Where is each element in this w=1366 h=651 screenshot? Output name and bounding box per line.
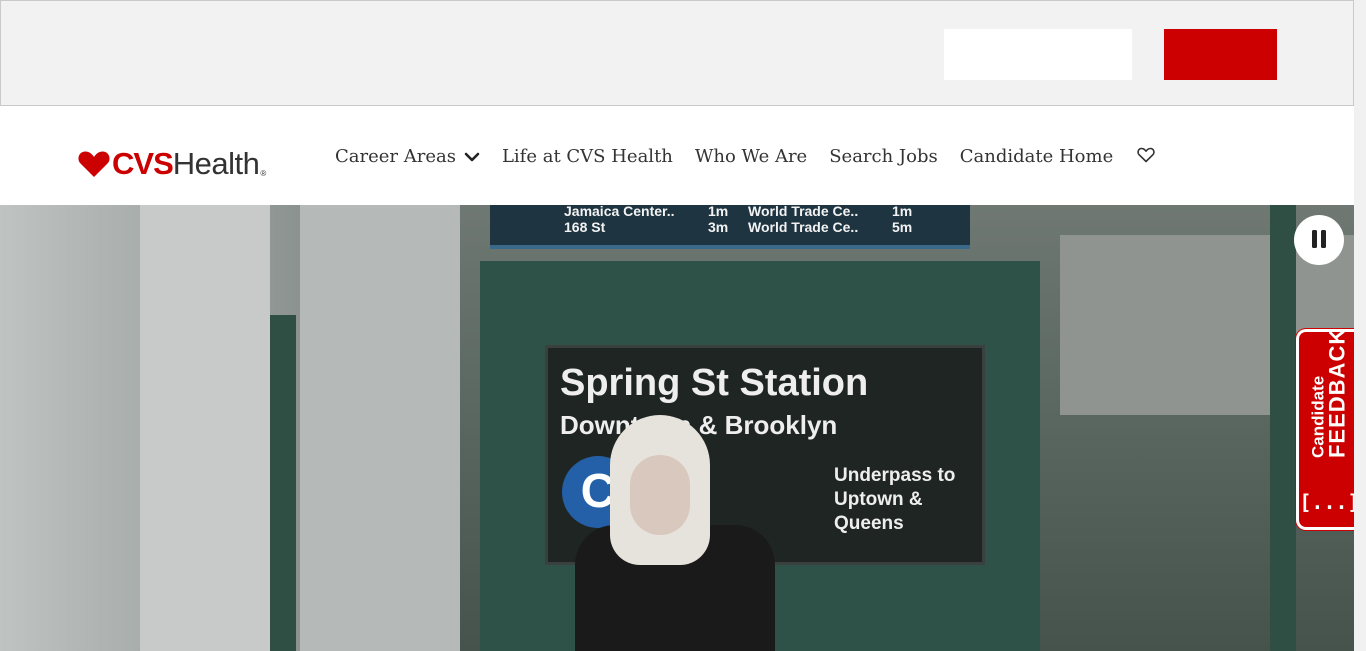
video-pause-button[interactable] — [1294, 215, 1344, 265]
nav-item-career-areas[interactable]: Career Areas — [335, 146, 480, 167]
logo-cvs-text: CVS — [112, 146, 174, 181]
main-nav: CVS Health ® Career Areas Life at CVS He… — [0, 106, 1354, 205]
board-text: Jamaica Center.. — [564, 205, 675, 219]
person-face — [630, 455, 690, 535]
feedback-line2: FEEDBACK — [1324, 329, 1349, 458]
banner-secondary-button[interactable] — [944, 29, 1132, 80]
hero-railing-left — [270, 315, 296, 651]
station-sign-title: Spring St Station — [560, 362, 869, 404]
nav-item-candidate-home[interactable]: Candidate Home — [960, 146, 1114, 167]
hero-person — [575, 415, 775, 651]
hero-arrival-board: Jamaica Center.. 1m World Trade Ce.. 1m … — [490, 205, 970, 249]
sign-note-line: Uptown & — [834, 489, 923, 510]
feedback-content: [...] Candidate FEEDBACK — [1299, 329, 1358, 527]
hero-railing-right — [1270, 205, 1296, 651]
sign-note-line: Underpass to — [834, 465, 956, 486]
board-text: 3m — [708, 219, 729, 235]
feedback-icon: [...] — [1298, 489, 1358, 514]
page: CVS Health ® Career Areas Life at CVS He… — [0, 0, 1366, 651]
nav-item-search-jobs[interactable]: Search Jobs — [829, 146, 938, 167]
board-text: 5m — [892, 219, 913, 235]
board-text: World Trade Ce.. — [748, 219, 859, 235]
logo-registered-mark: ® — [260, 169, 267, 178]
nav-item-label: Career Areas — [335, 145, 456, 167]
feedback-line1: Candidate — [1308, 375, 1327, 458]
board-text: 168 St — [564, 219, 606, 235]
feedback-text: Candidate FEEDBACK — [1308, 329, 1349, 458]
heart-logo-icon — [78, 151, 110, 177]
vertical-scrollbar[interactable] — [1354, 0, 1366, 651]
heart-icon[interactable] — [1137, 147, 1155, 167]
nav-menu: Career Areas Life at CVS Health Who We A… — [335, 144, 1135, 168]
station-sign-note: Underpass to Uptown & Queens — [834, 464, 955, 536]
hero-video: Jamaica Center.. 1m World Trade Ce.. 1m … — [0, 205, 1354, 651]
board-text: World Trade Ce.. — [748, 205, 859, 219]
banner-primary-button[interactable] — [1164, 29, 1277, 80]
hero-column — [140, 205, 270, 651]
sign-note-line: Queens — [834, 513, 904, 534]
top-banner — [0, 0, 1354, 106]
logo-health-text: Health — [172, 146, 260, 181]
chevron-down-icon — [464, 146, 480, 167]
nav-item-life-at-cvs-health[interactable]: Life at CVS Health — [502, 146, 673, 167]
board-text: 1m — [892, 205, 913, 219]
cvs-health-logo[interactable]: CVS Health ® — [78, 144, 266, 184]
pause-icon — [1310, 229, 1328, 252]
board-text: 1m — [708, 205, 729, 219]
nav-item-who-we-are[interactable]: Who We Are — [695, 146, 807, 167]
hero-wall — [300, 205, 460, 651]
candidate-feedback-tab[interactable]: [...] Candidate FEEDBACK — [1296, 329, 1358, 530]
